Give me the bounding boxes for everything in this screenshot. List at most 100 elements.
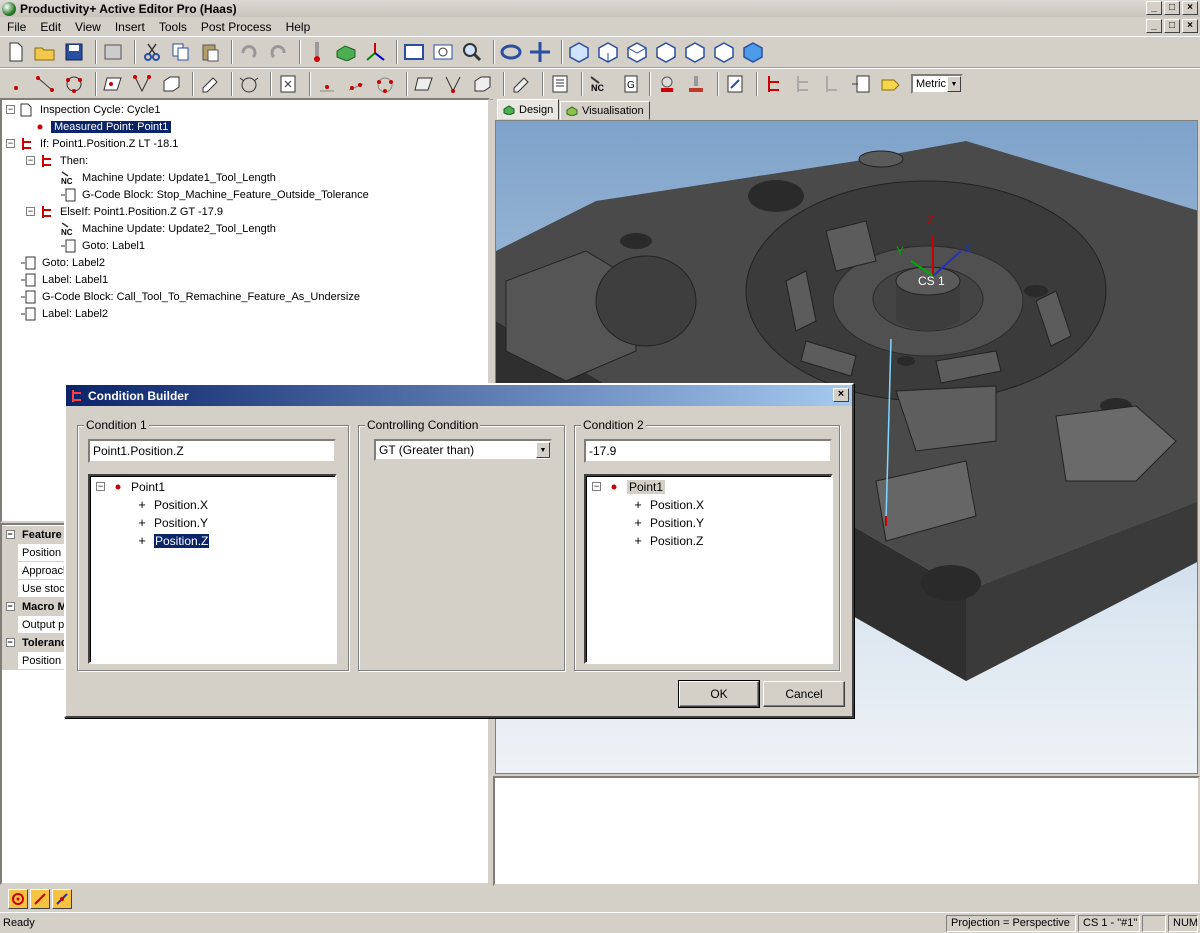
- tree-node[interactable]: Goto: Label2: [20, 254, 108, 271]
- line-icon[interactable]: [33, 72, 57, 96]
- redo-icon[interactable]: [266, 40, 290, 64]
- tree-node[interactable]: Measured Point: Point1: [32, 118, 172, 135]
- menu-edit[interactable]: Edit: [33, 20, 68, 34]
- snap-edge-icon[interactable]: [30, 889, 50, 909]
- tree-node[interactable]: Goto: Label1: [60, 237, 148, 254]
- open-folder-icon[interactable]: [33, 40, 57, 64]
- units-select[interactable]: Metric ▼: [911, 74, 963, 94]
- tree-node-position-z[interactable]: + Position.Z: [632, 532, 703, 549]
- menu-tools[interactable]: Tools: [152, 20, 194, 34]
- doc-restore-button[interactable]: □: [1164, 19, 1180, 33]
- tab-design[interactable]: Design: [497, 99, 560, 120]
- pan-view-icon[interactable]: [528, 40, 552, 64]
- condition2-input[interactable]: -17.9: [584, 439, 832, 463]
- collapse-toggle[interactable]: −: [96, 482, 105, 491]
- machine-update-icon[interactable]: NC: [587, 72, 611, 96]
- snap-point-icon[interactable]: [8, 889, 28, 909]
- collapse-toggle[interactable]: −: [5, 530, 15, 539]
- condition1-input[interactable]: Point1.Position.Z: [88, 439, 336, 463]
- tree-node-position-y[interactable]: + Position.Y: [632, 514, 704, 531]
- print-preview-icon[interactable]: [101, 40, 125, 64]
- view-right-icon[interactable]: [683, 40, 707, 64]
- circle-icon[interactable]: [62, 72, 86, 96]
- tool-setter-icon[interactable]: [684, 72, 708, 96]
- expand-icon[interactable]: +: [136, 533, 148, 548]
- circle-surface-icon[interactable]: [373, 72, 397, 96]
- collapse-toggle[interactable]: −: [26, 156, 35, 165]
- angle-icon[interactable]: [130, 72, 154, 96]
- box-surface-icon[interactable]: [470, 72, 494, 96]
- chevron-down-icon[interactable]: ▼: [536, 442, 550, 458]
- expand-icon[interactable]: +: [632, 533, 644, 548]
- variable-icon[interactable]: [276, 72, 300, 96]
- report-icon[interactable]: [548, 72, 572, 96]
- tree-node[interactable]: Label: Label2: [20, 305, 111, 322]
- box-icon[interactable]: [159, 72, 183, 96]
- rotate-view-icon[interactable]: [499, 40, 523, 64]
- tree-node[interactable]: − If: Point1.Position.Z LT -18.1: [6, 135, 181, 152]
- ok-button[interactable]: OK: [678, 680, 760, 708]
- goto-icon[interactable]: [849, 72, 873, 96]
- close-button[interactable]: ×: [1182, 1, 1198, 15]
- expand-icon[interactable]: +: [632, 515, 644, 530]
- point-icon[interactable]: [4, 72, 28, 96]
- menu-help[interactable]: Help: [279, 20, 318, 34]
- expand-icon[interactable]: +: [136, 515, 148, 530]
- tree-node[interactable]: − Inspection Cycle: Cycle1: [6, 101, 163, 118]
- tree-node[interactable]: Label: Label1: [20, 271, 111, 288]
- collapse-toggle[interactable]: −: [6, 105, 15, 114]
- edit-feature-icon[interactable]: [198, 72, 222, 96]
- minimize-button[interactable]: _: [1146, 1, 1162, 15]
- collapse-toggle[interactable]: −: [5, 638, 15, 647]
- expand-icon[interactable]: +: [136, 497, 148, 512]
- menu-file[interactable]: File: [0, 20, 33, 34]
- view-front-icon[interactable]: [596, 40, 620, 64]
- view-back-icon[interactable]: [625, 40, 649, 64]
- view-window-icon[interactable]: [402, 40, 426, 64]
- save-icon[interactable]: [62, 40, 86, 64]
- zoom-window-icon[interactable]: [431, 40, 455, 64]
- menu-post-process[interactable]: Post Process: [194, 20, 279, 34]
- view-iso-icon[interactable]: [567, 40, 591, 64]
- tool-probe-icon[interactable]: [655, 72, 679, 96]
- else-icon[interactable]: [820, 72, 844, 96]
- view-left-icon[interactable]: [654, 40, 678, 64]
- tree-node[interactable]: G-Code Block: Call_Tool_To_Remachine_Fea…: [20, 288, 363, 305]
- edit-surface-icon[interactable]: [509, 72, 533, 96]
- tree-node-position-z[interactable]: + Position.Z: [136, 532, 211, 549]
- paste-icon[interactable]: [198, 40, 222, 64]
- tree-node-position-x[interactable]: + Position.X: [632, 496, 704, 513]
- point-on-surface-icon[interactable]: [315, 72, 339, 96]
- angle-surface-icon[interactable]: [441, 72, 465, 96]
- tree-node[interactable]: NC Machine Update: Update1_Tool_Length: [60, 169, 279, 186]
- collapse-toggle[interactable]: −: [6, 139, 15, 148]
- else-if-icon[interactable]: [791, 72, 815, 96]
- tree-node[interactable]: − ElseIf: Point1.Position.Z GT -17.9: [26, 203, 226, 220]
- collapse-toggle[interactable]: −: [26, 207, 35, 216]
- doc-minimize-button[interactable]: _: [1146, 19, 1162, 33]
- collapse-toggle[interactable]: −: [592, 482, 601, 491]
- collapse-toggle[interactable]: −: [5, 602, 15, 611]
- maximize-button[interactable]: □: [1164, 1, 1180, 15]
- cut-icon[interactable]: [140, 40, 164, 64]
- edge-point-icon[interactable]: [344, 72, 368, 96]
- dialog-close-button[interactable]: ×: [833, 388, 849, 402]
- chevron-down-icon[interactable]: ▼: [947, 76, 961, 92]
- menu-insert[interactable]: Insert: [108, 20, 152, 34]
- coordinate-system-icon[interactable]: [363, 40, 387, 64]
- copy-icon[interactable]: [169, 40, 193, 64]
- edit-notes-icon[interactable]: [723, 72, 747, 96]
- tree-node[interactable]: − Then:: [26, 152, 91, 169]
- tree-node[interactable]: G-Code Block: Stop_Machine_Feature_Outsi…: [60, 186, 372, 203]
- expand-icon[interactable]: +: [632, 497, 644, 512]
- doc-close-button[interactable]: ×: [1182, 19, 1198, 33]
- view-bottom-icon[interactable]: [741, 40, 765, 64]
- cancel-button[interactable]: Cancel: [763, 681, 845, 707]
- plane-icon[interactable]: [101, 72, 125, 96]
- undo-icon[interactable]: [237, 40, 261, 64]
- menu-view[interactable]: View: [68, 20, 108, 34]
- tree-node-point1[interactable]: − Point1: [96, 478, 165, 495]
- probe-circle-icon[interactable]: [237, 72, 261, 96]
- plane-surface-icon[interactable]: [412, 72, 436, 96]
- snap-surface-icon[interactable]: [52, 889, 72, 909]
